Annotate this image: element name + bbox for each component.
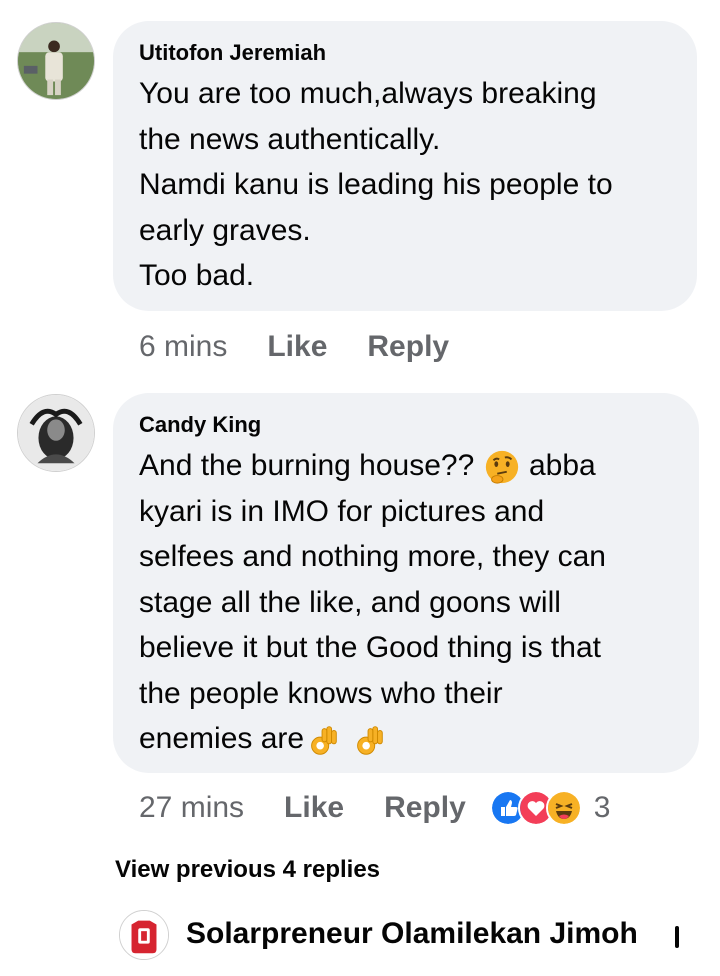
comment-actions: 6 mins Like Reply: [139, 327, 489, 367]
next-comment-author[interactable]: Solarpreneur Olamilekan Jimoh: [186, 917, 638, 951]
comment-bubble: Utitofon Jeremiah You are too much,alway…: [113, 21, 697, 311]
profile-photo-icon: [18, 23, 94, 99]
view-previous-replies-link[interactable]: View previous 4 replies: [115, 856, 380, 884]
comment-text: You are too much,always breaking the new…: [139, 77, 613, 292]
reaction-count: 3: [593, 791, 611, 824]
ok-hand-emoji-icon: [311, 726, 337, 755]
reaction-summary[interactable]: 3: [489, 790, 611, 826]
like-button[interactable]: Like: [284, 791, 344, 825]
comment-actions: 27 mins Like Reply 3: [139, 788, 610, 828]
haha-reaction-icon: [545, 790, 582, 826]
comment-time[interactable]: 6 mins: [139, 330, 227, 364]
comment-author[interactable]: Utitofon Jeremiah: [139, 39, 671, 67]
profile-photo-icon: [120, 911, 168, 959]
comment-bubble: Candy King And the burning house?? abba …: [113, 393, 699, 773]
like-button[interactable]: Like: [267, 330, 327, 364]
more-options-icon[interactable]: [675, 926, 679, 948]
comment-time[interactable]: 27 mins: [139, 791, 244, 825]
ok-hand-emoji-icon: [357, 726, 384, 755]
comment-text: And the burning house?? abba kyari is in…: [139, 443, 673, 762]
profile-photo-icon: [18, 395, 94, 471]
thinking-face-emoji-icon: [485, 450, 518, 484]
avatar[interactable]: [17, 394, 95, 472]
avatar[interactable]: [119, 910, 169, 960]
reply-button[interactable]: Reply: [367, 330, 449, 364]
reply-button[interactable]: Reply: [384, 791, 466, 825]
comment-author[interactable]: Candy King: [139, 411, 673, 439]
avatar[interactable]: [17, 22, 95, 100]
